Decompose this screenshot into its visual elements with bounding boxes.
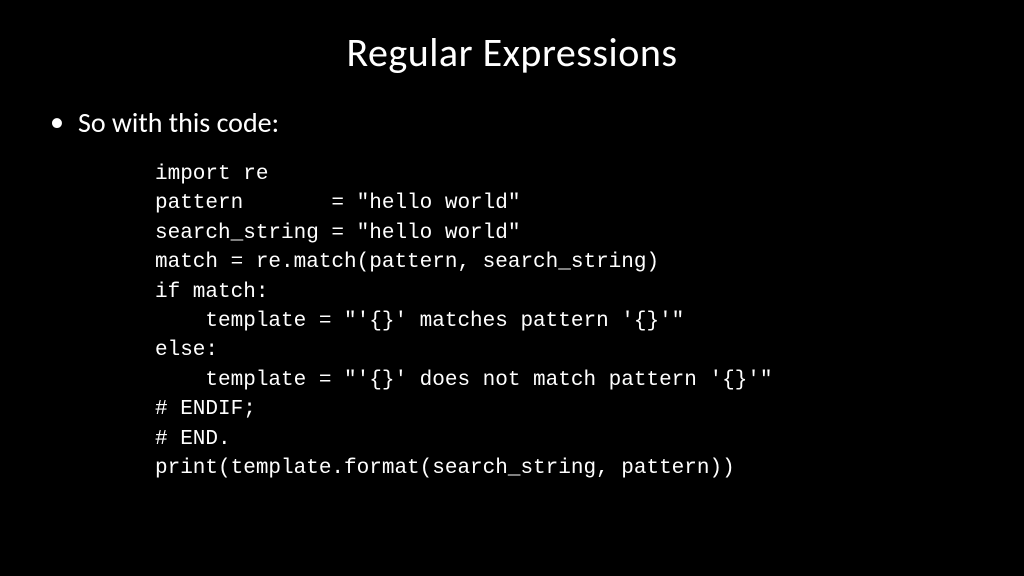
bullet-item: • So with this code: <box>50 105 984 140</box>
bullet-text: So with this code: <box>78 105 279 140</box>
slide-title: Regular Expressions <box>40 28 984 77</box>
code-block: import re pattern = "hello world" search… <box>155 160 984 483</box>
bullet-marker: • <box>50 105 64 139</box>
slide: Regular Expressions • So with this code:… <box>0 0 1024 576</box>
